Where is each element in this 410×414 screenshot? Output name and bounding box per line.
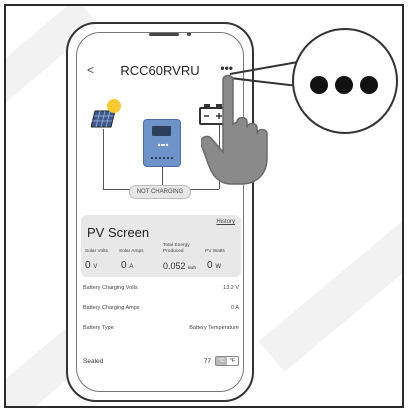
dot-icon (360, 76, 378, 94)
metric-value: 0 (85, 260, 91, 271)
metric-value: 0 (121, 260, 127, 271)
wire-panel-down (103, 129, 104, 189)
charge-controller-icon (143, 119, 181, 167)
metric-value: 0 (207, 260, 213, 271)
temperature-unit-toggle[interactable]: °C °F (215, 356, 239, 366)
pointing-hand-icon (201, 74, 268, 185)
controller-buttons (157, 143, 169, 147)
dot-icon (310, 76, 328, 94)
metric-unit: W (215, 264, 222, 270)
metric-unit: V (93, 264, 98, 270)
metric-unit: A (129, 264, 134, 270)
history-link[interactable]: History (216, 219, 235, 225)
fahrenheit-option[interactable]: °F (227, 357, 238, 365)
battery-row-amps: Battery Charging Amps 0 A (83, 305, 239, 317)
battery-row-volts: Battery Charging Volts 13.2 V (83, 285, 239, 297)
phone-speaker (149, 33, 179, 36)
phone-camera (187, 33, 191, 36)
pv-screen-title: PV Screen (87, 225, 150, 240)
charging-status-badge: NOT CHARGING (129, 185, 191, 199)
watermark-stripe (258, 199, 402, 373)
dot-icon (335, 76, 353, 94)
more-button-callout: ••• (292, 28, 398, 134)
metric-label-solar-volts: Solar Volts (85, 249, 108, 254)
row-value: 0 A (231, 305, 239, 311)
battery-type-value: Sealed (83, 358, 104, 365)
metric-solar-amps: 0 A (121, 260, 133, 271)
row-value: Battery Temperature (189, 325, 239, 331)
row-label: Battery Charging Volts (83, 285, 138, 291)
battery-type-temperature-row: Sealed 77 °C °F (83, 356, 239, 370)
metric-label-pv-watts: PV Watts (205, 249, 225, 254)
controller-display (152, 126, 171, 136)
instruction-frame: < RCC60RVRU ••• NOT CHARGING History PV … (4, 4, 404, 408)
celsius-option[interactable]: °C (216, 357, 227, 365)
battery-temperature-value: 77 (203, 358, 211, 365)
metric-value: 0.052 (163, 261, 186, 271)
controller-terminals (151, 157, 173, 159)
sun-icon (107, 99, 121, 113)
metric-label-total-energy: Total Energy Produced (163, 243, 190, 254)
metric-pv-watts: 0 W (207, 260, 221, 271)
metric-label-solar-amps: Solar Amps (119, 249, 144, 254)
metric-unit: kwh (188, 265, 197, 270)
row-label: Battery Type (83, 325, 114, 331)
battery-row-type: Battery Type Battery Temperature (83, 325, 239, 337)
row-value: 13.2 V (223, 285, 239, 291)
metric-total-energy: 0.052 kwh (163, 261, 196, 271)
pv-screen-card: History PV Screen Solar Volts Solar Amps… (81, 215, 241, 277)
metric-solar-volts: 0 V (85, 260, 97, 271)
row-label: Battery Charging Amps (83, 305, 140, 311)
